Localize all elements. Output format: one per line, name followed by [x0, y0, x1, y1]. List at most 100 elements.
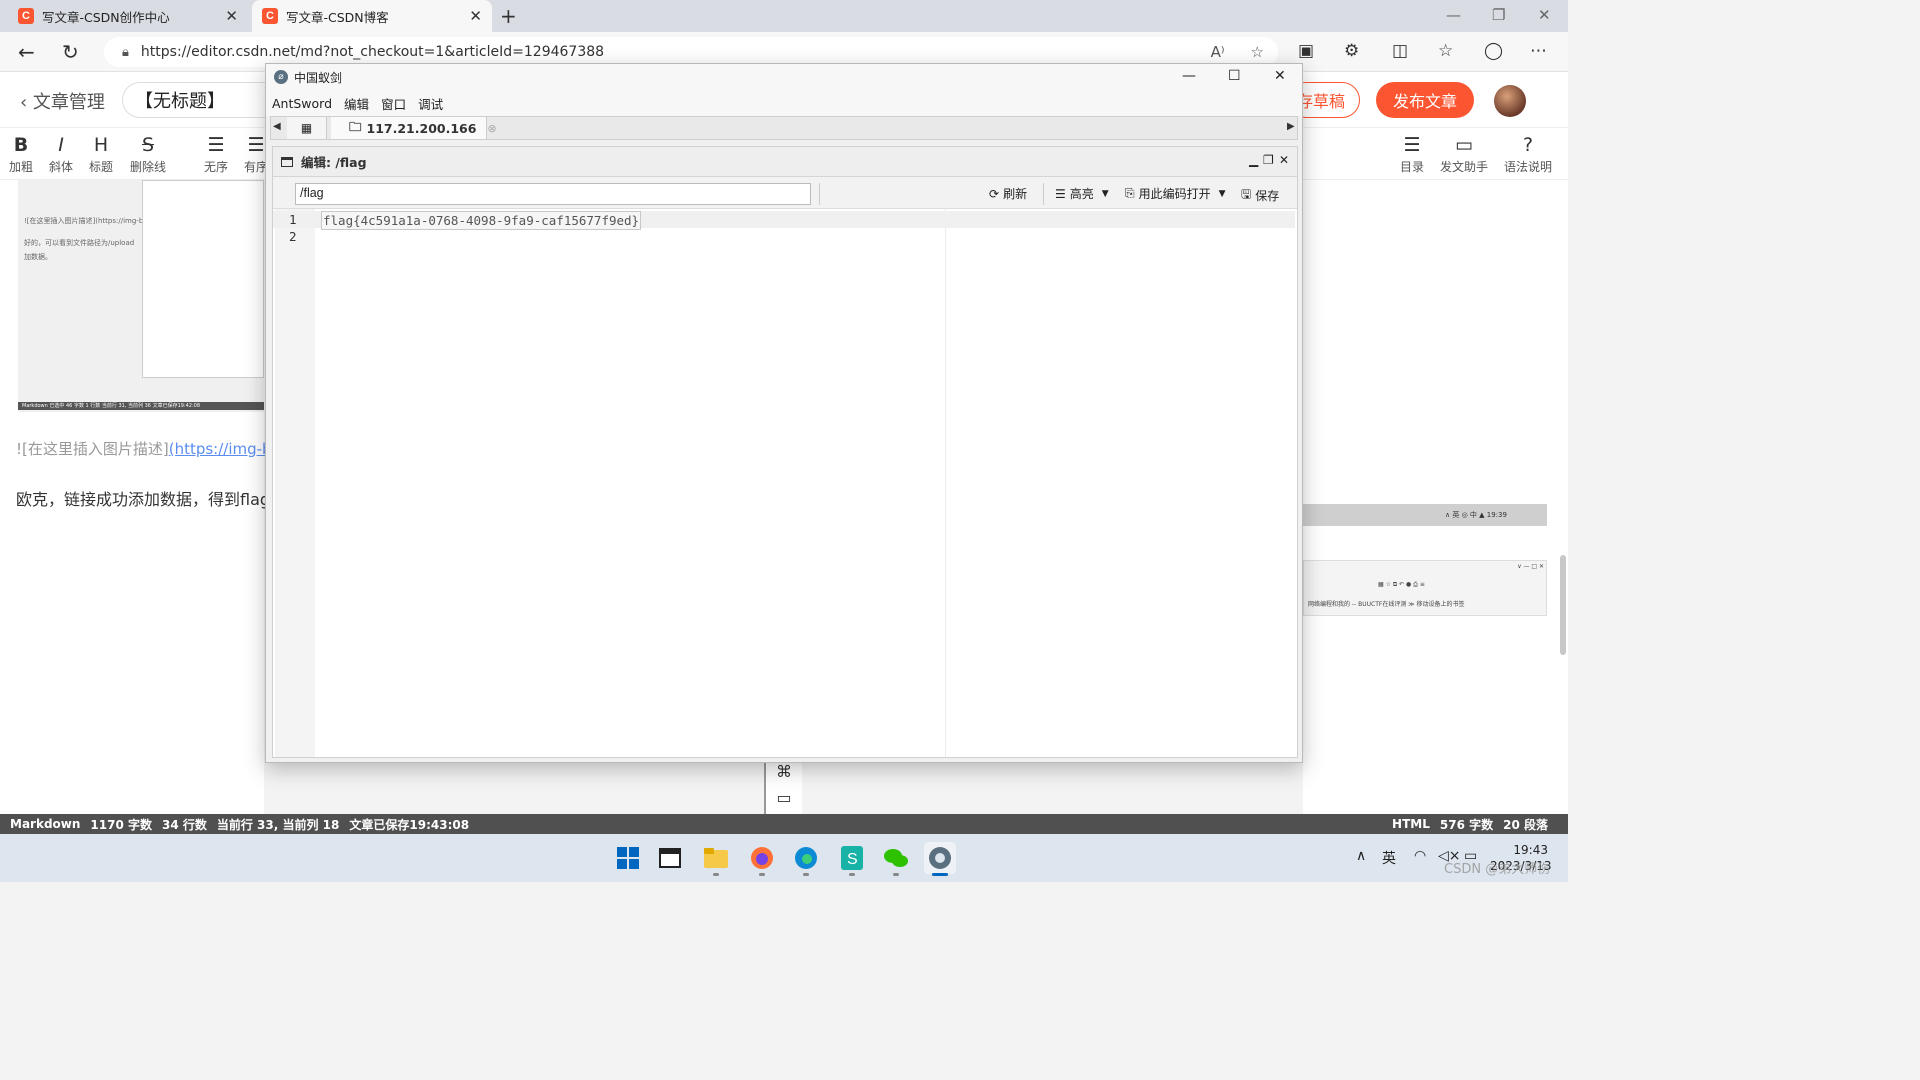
tab-connection[interactable]: 🗀︎ 117.21.200.166 ⊗ [331, 117, 497, 139]
close-icon[interactable]: ✕ [1274, 68, 1286, 84]
article-title-input[interactable]: 【无标题】 [122, 82, 282, 118]
more-menu-icon[interactable]: ⋯ [1530, 41, 1547, 61]
csdn-favicon-icon: C [18, 8, 34, 24]
syntax-help-button[interactable]: ? 语法说明 [1502, 134, 1554, 175]
split-screen-icon[interactable]: ◫ [1392, 41, 1408, 61]
menu-antsword[interactable]: AntSword [272, 96, 332, 111]
status-lines: 34 行数 [161, 817, 207, 832]
refresh-icon: ⟳ [989, 186, 1000, 201]
editor-panel-header[interactable]: 编辑: /flag ▁ ❐ ✕ [273, 147, 1297, 177]
image-url-link[interactable]: (https://img-b [169, 440, 272, 458]
wifi-icon[interactable]: ◠ [1414, 848, 1426, 864]
new-tab-icon[interactable]: + [500, 4, 517, 28]
refresh-label: 刷新 [1003, 187, 1028, 201]
markdown-pane[interactable]: ![在这里插入图片描述](https://img-b 好的，可以看到文件路径为/… [0, 180, 272, 814]
browser-tab-1[interactable]: C 写文章-CSDN创作中心 ✕ [8, 0, 248, 32]
wechat-icon[interactable] [880, 842, 912, 876]
close-window-icon[interactable]: ✕ [1538, 6, 1551, 24]
toc-icon: ☰ [1403, 134, 1421, 156]
edge-icon[interactable] [790, 842, 822, 876]
extension-icon[interactable]: ▣ [1298, 41, 1314, 61]
refresh-button[interactable]: ⟳ 刷新 [989, 185, 1027, 202]
content-line: 欧克，链接成功添加数据，得到flag [16, 490, 271, 509]
preview-toggle-icon[interactable]: ▭ [766, 788, 802, 814]
bold-icon: B [13, 134, 29, 156]
chevron-up-icon[interactable]: ∧ [1356, 848, 1366, 864]
tab-scroll-right-icon[interactable]: ▶ [1287, 121, 1295, 132]
toolbar-label: 标题 [88, 160, 113, 174]
italic-button[interactable]: I 斜体 [46, 134, 76, 175]
favorite-star-icon[interactable]: ☆ [1251, 43, 1264, 61]
tab-scroll-left-icon[interactable]: ◀ [273, 121, 281, 132]
home-grid-tab[interactable]: ▦ [287, 117, 327, 139]
tab-title: 写文章-CSDN博客 [286, 9, 389, 25]
terminal-icon[interactable] [654, 842, 686, 874]
panel-close-icon[interactable]: ✕ [1279, 153, 1289, 167]
code-editor[interactable]: 1 flag{4c591a1a-0768-4098-9fa9-caf15677f… [273, 209, 1297, 757]
reload-icon[interactable]: ↻ [62, 40, 79, 64]
status-words: 1170 字数 [90, 817, 152, 832]
sync-scroll-icon[interactable]: ⌘ [766, 762, 802, 788]
antsword-logo-icon: ⌀ [274, 70, 288, 84]
profile-icon[interactable]: ◯ [1484, 41, 1503, 61]
list-icon: ☰ [1055, 186, 1066, 201]
save-button[interactable]: 🖫︎ 保存 [1241, 185, 1279, 206]
back-arrow-icon[interactable]: ← [18, 40, 35, 64]
ime-indicator[interactable]: 英 [1382, 848, 1396, 868]
windows-start-icon[interactable] [612, 842, 644, 874]
browser-tab-2[interactable]: C 写文章-CSDN博客 ✕ [252, 0, 492, 32]
strikethrough-button[interactable]: S 删除线 [128, 134, 168, 175]
heading-button[interactable]: H 标题 [86, 134, 116, 175]
toc-button[interactable]: ☰ 目录 [1398, 134, 1426, 175]
panel-restore-icon[interactable]: ❐ [1263, 153, 1274, 167]
toolbar-label: 发文助手 [1439, 160, 1488, 174]
status-html-words: 576 字数 [1439, 817, 1494, 832]
publish-button[interactable]: 发布文章 [1376, 82, 1474, 118]
menu-edit[interactable]: 编辑 [344, 94, 369, 113]
folder-icon: 🗀︎ [349, 118, 362, 134]
app-s-icon[interactable]: S [836, 842, 868, 876]
tab-close-icon[interactable]: ✕ [469, 7, 482, 25]
minimize-icon[interactable]: — [1182, 68, 1196, 84]
preview-pane: ∧ 英 ◎ 中 ▲ 19:39 ∨ — □ ✕ ▦ ☆ ⧉ ↶ ● ⎙ ≡ 网络… [1303, 180, 1568, 814]
antsword-taskbar-icon[interactable] [924, 842, 956, 876]
status-html: HTML [1392, 817, 1430, 831]
save-icon: 🖫︎ [1241, 187, 1252, 201]
embedded-screenshot: ![在这里插入图片描述](https://img-b 好的，可以看到文件路径为/… [18, 180, 264, 412]
url-text: https://editor.csdn.net/md?not_checkout=… [140, 44, 605, 60]
menu-window[interactable]: 窗口 [381, 94, 406, 113]
connection-label: 117.21.200.166 [366, 120, 477, 136]
avatar[interactable] [1494, 85, 1526, 117]
panel-minimize-icon[interactable]: ▁ [1249, 153, 1258, 167]
firefox-icon[interactable] [746, 842, 778, 876]
maximize-icon[interactable]: ☐ [1228, 68, 1241, 84]
bold-button[interactable]: B 加粗 [8, 134, 34, 175]
status-saved: 文章已保存19:43:08 [349, 817, 470, 832]
csdn-watermark: CSDN @弟大师伤 [1444, 862, 1551, 877]
article-management-link[interactable]: ‹ 文章管理 [20, 88, 105, 114]
puzzle-icon[interactable]: ⚙ [1344, 41, 1359, 61]
highlight-dropdown[interactable]: ☰ 高亮 ▼ [1055, 185, 1109, 202]
unordered-list-button[interactable]: ☰ 无序 [202, 134, 230, 175]
menu-debug[interactable]: 调试 [418, 94, 443, 113]
read-aloud-icon[interactable]: A⁾ [1211, 43, 1225, 61]
favorites-icon[interactable]: ☆ [1438, 41, 1453, 61]
file-explorer-icon[interactable] [700, 842, 732, 876]
thumb-text: 加数据。 [24, 253, 52, 261]
window-icon [281, 156, 293, 167]
minimize-icon[interactable]: — [1446, 6, 1461, 24]
status-mode: Markdown [10, 817, 81, 831]
toolbar-label: 斜体 [48, 160, 73, 174]
encoding-icon: ⎘ [1125, 186, 1135, 200]
preview-scrollbar[interactable] [1560, 555, 1566, 655]
antsword-titlebar[interactable]: ⌀ 中国蚁剑 — ☐ ✕ [266, 64, 1302, 90]
restore-icon[interactable]: ❐ [1492, 6, 1505, 24]
tab-close-icon[interactable]: ⊗ [487, 122, 496, 135]
open-with-encoding-dropdown[interactable]: ⎘ 用此编码打开 ▼ [1125, 185, 1226, 202]
tab-close-icon[interactable]: ✕ [225, 7, 238, 25]
file-path-input[interactable]: /flag [295, 183, 811, 205]
publish-assistant-button[interactable]: ▭ 发文助手 [1438, 134, 1490, 175]
line-number: 1 [289, 212, 297, 227]
code-line: 2 [273, 228, 1295, 245]
csdn-favicon-icon: C [262, 8, 278, 24]
